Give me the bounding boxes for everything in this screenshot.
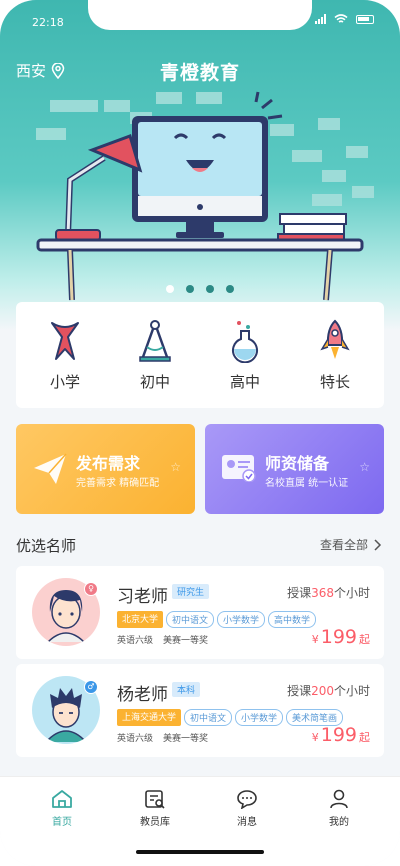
promo-subtitle: 完善需求 精确匹配 <box>76 478 160 489</box>
teacher-name: 习老师 <box>117 587 168 607</box>
subject-tag: 小学数学 <box>235 709 284 726</box>
carousel-dot[interactable] <box>186 285 194 293</box>
cert-label: 美赛一等奖 <box>163 636 209 646</box>
teacher-tags: 北京大学 初中语文 小学数学 高中数学 <box>117 611 317 628</box>
battery-icon <box>356 14 374 24</box>
teacher-card[interactable]: ♂ 杨老师 本科 授课200个小时 上海交通大学 初中语文 小学数学 美术简笔画… <box>16 664 384 757</box>
tab-label: 教员库 <box>140 817 170 828</box>
teacher-certs: 英语六级 美赛一等奖 <box>117 731 208 744</box>
degree-badge: 本科 <box>172 682 201 697</box>
section-title: 优选名师 <box>16 537 77 555</box>
app-screen: 22:18 西安 青橙教育 小学 初中 高中 特长 发布需求 完善需求 精确匹配… <box>0 0 400 866</box>
star-icon: ☆ <box>170 460 181 474</box>
id-card-icon <box>222 455 256 482</box>
category-card: 小学 初中 高中 特长 <box>16 302 384 408</box>
category-label: 初中 <box>139 372 170 391</box>
school-tag: 上海交通大学 <box>117 709 182 726</box>
promo-title: 师资储备 <box>265 454 330 473</box>
degree-badge: 研究生 <box>172 584 210 599</box>
teacher-name: 杨老师 <box>117 685 168 705</box>
tab-label: 消息 <box>237 817 257 828</box>
category-label: 高中 <box>229 372 260 391</box>
home-indicator[interactable] <box>136 850 264 854</box>
category-primary-school[interactable]: 小学 <box>25 319 105 392</box>
category-label: 小学 <box>49 372 80 391</box>
category-high-school[interactable]: 高中 <box>205 319 285 392</box>
teacher-reserve-card[interactable]: 师资储备 名校直属 统一认证 ☆ <box>205 424 384 514</box>
banner-illustration <box>36 91 374 301</box>
school-tag: 北京大学 <box>117 611 164 628</box>
price: ¥199 起 <box>311 626 370 648</box>
promo-subtitle: 名校直属 统一认证 <box>265 478 349 489</box>
carousel-indicator[interactable] <box>166 285 234 293</box>
teacher-tags: 上海交通大学 初中语文 小学数学 美术简笔画 <box>117 709 344 726</box>
hero-banner[interactable]: 22:18 西安 青橙教育 <box>0 0 400 330</box>
subject-tag: 高中数学 <box>268 611 317 628</box>
page-title: 青橙教育 <box>159 62 240 84</box>
view-all-link[interactable]: 查看全部 <box>320 536 382 553</box>
signal-icon <box>315 14 326 24</box>
cert-label: 英语六级 <box>117 734 154 744</box>
profile-icon <box>330 789 348 809</box>
cert-label: 美赛一等奖 <box>163 734 209 744</box>
promo-title: 发布需求 <box>76 454 141 473</box>
teacher-certs: 英语六级 美赛一等奖 <box>117 633 208 646</box>
subject-tag: 小学数学 <box>217 611 266 628</box>
post-request-card[interactable]: 发布需求 完善需求 精确匹配 ☆ <box>16 424 195 514</box>
carousel-dot[interactable] <box>166 285 174 293</box>
tab-profile[interactable]: 我的 <box>304 789 374 828</box>
compass-icon <box>139 319 171 362</box>
subject-tag: 初中语文 <box>184 709 233 726</box>
tab-home[interactable]: 首页 <box>27 789 97 828</box>
tab-label: 首页 <box>52 817 72 828</box>
carousel-dot[interactable] <box>226 285 234 293</box>
star-icon: ☆ <box>359 460 370 474</box>
teacher-card[interactable]: ♀ 习老师 研究生 授课368个小时 北京大学 初中语文 小学数学 高中数学 英… <box>16 566 384 659</box>
paper-plane-icon <box>34 453 67 484</box>
price: ¥199 起 <box>311 724 370 746</box>
teaching-hours: 授课368个小时 <box>287 586 370 600</box>
tab-messages[interactable]: 消息 <box>212 789 282 828</box>
category-label: 特长 <box>319 372 350 391</box>
tab-teacher-library[interactable]: 教员库 <box>120 789 190 828</box>
carousel-dot[interactable] <box>206 285 214 293</box>
status-icons <box>315 14 374 24</box>
male-icon: ♂ <box>84 680 98 694</box>
teacher-library-icon <box>145 790 165 809</box>
message-icon <box>237 790 257 809</box>
red-scarf-icon <box>51 321 79 360</box>
home-icon <box>52 790 72 808</box>
teaching-hours: 授课200个小时 <box>287 684 370 698</box>
category-middle-school[interactable]: 初中 <box>115 319 195 392</box>
female-icon: ♀ <box>84 582 98 596</box>
view-all-label: 查看全部 <box>319 538 368 552</box>
cert-label: 英语六级 <box>117 636 154 646</box>
rocket-icon <box>320 319 350 359</box>
wifi-icon <box>334 14 348 23</box>
flask-icon <box>232 320 258 363</box>
status-time: 22:18 <box>32 16 64 29</box>
category-specialty[interactable]: 特长 <box>295 319 375 392</box>
device-notch <box>88 0 312 30</box>
subject-tag: 初中语文 <box>166 611 215 628</box>
chevron-right-icon <box>374 538 382 551</box>
tab-label: 我的 <box>329 817 349 828</box>
